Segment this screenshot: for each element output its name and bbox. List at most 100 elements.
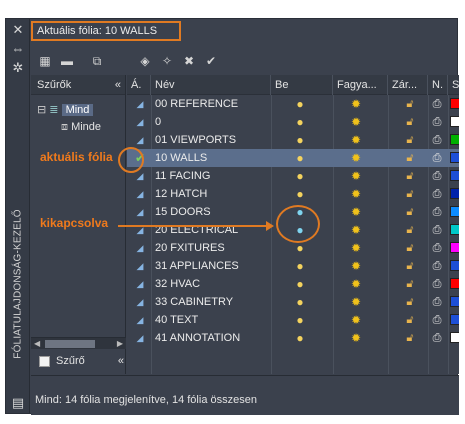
- layer-states-icon[interactable]: ⧉: [88, 53, 106, 69]
- new-layer-icon[interactable]: ◈: [136, 53, 154, 69]
- lightbulb-on-icon[interactable]: ●: [293, 275, 307, 293]
- unlock-icon[interactable]: 🔓︎: [403, 167, 417, 185]
- printer-icon[interactable]: ⎙: [430, 149, 444, 167]
- sun-thaw-icon[interactable]: ✹: [349, 185, 363, 203]
- sun-thaw-icon[interactable]: ✹: [349, 113, 363, 131]
- layer-status-icon[interactable]: ◢: [133, 329, 147, 347]
- printer-icon[interactable]: ⎙: [430, 275, 444, 293]
- column-freeze[interactable]: Fagya...: [333, 75, 388, 95]
- collapse-icon[interactable]: «: [118, 355, 124, 367]
- sun-thaw-icon[interactable]: ✹: [349, 293, 363, 311]
- layer-row[interactable]: ◢ 33 CABINETRY ● ✹ 🔓︎ ⎙: [127, 293, 459, 311]
- printer-icon[interactable]: ⎙: [430, 221, 444, 239]
- lightbulb-on-icon[interactable]: ●: [293, 329, 307, 347]
- layer-name[interactable]: 40 TEXT: [153, 311, 268, 329]
- layer-status-icon[interactable]: ◢: [133, 95, 147, 113]
- printer-icon[interactable]: ⎙: [430, 167, 444, 185]
- unlock-icon[interactable]: 🔓︎: [403, 221, 417, 239]
- layer-name[interactable]: 11 FACING: [153, 167, 268, 185]
- unlock-icon[interactable]: 🔓︎: [403, 95, 417, 113]
- sun-thaw-icon[interactable]: ✹: [349, 329, 363, 347]
- scroll-left-icon[interactable]: ◀: [34, 338, 40, 350]
- layer-name[interactable]: 31 APPLIANCES: [153, 257, 268, 275]
- sun-thaw-icon[interactable]: ✹: [349, 239, 363, 257]
- layer-row[interactable]: ◢ 41 ANNOTATION ● ✹ 🔓︎ ⎙: [127, 329, 459, 347]
- layer-name[interactable]: 10 WALLS: [153, 149, 268, 167]
- column-lock[interactable]: Zár...: [388, 75, 428, 95]
- layer-status-icon[interactable]: ◢: [133, 275, 147, 293]
- tree-expand-icon[interactable]: ⊟: [37, 104, 46, 116]
- column-color[interactable]: Szí: [448, 75, 459, 95]
- color-swatch[interactable]: [450, 116, 459, 127]
- unlock-icon[interactable]: 🔓︎: [403, 113, 417, 131]
- layer-name[interactable]: 20 FXITURES: [153, 239, 268, 257]
- scroll-thumb[interactable]: [45, 340, 95, 348]
- color-swatch[interactable]: [450, 170, 459, 181]
- sun-thaw-icon[interactable]: ✹: [349, 95, 363, 113]
- color-swatch[interactable]: [450, 134, 459, 145]
- layer-row[interactable]: ◢ 01 VIEWPORTS ● ✹ 🔓︎ ⎙: [127, 131, 459, 149]
- layer-status-icon[interactable]: ◢: [133, 239, 147, 257]
- printer-icon[interactable]: ⎙: [430, 239, 444, 257]
- unlock-icon[interactable]: 🔓︎: [403, 239, 417, 257]
- printer-icon[interactable]: ⎙: [430, 131, 444, 149]
- printer-icon[interactable]: ⎙: [430, 329, 444, 347]
- color-swatch[interactable]: [450, 332, 459, 343]
- layer-row[interactable]: ◢ 12 HATCH ● ✹ 🔓︎ ⎙: [127, 185, 459, 203]
- unlock-icon[interactable]: 🔓︎: [403, 275, 417, 293]
- column-status[interactable]: Á.: [127, 75, 151, 95]
- layer-status-icon[interactable]: ◢: [133, 185, 147, 203]
- layer-name[interactable]: 12 HATCH: [153, 185, 268, 203]
- delete-layer-icon[interactable]: ✖: [180, 53, 198, 69]
- printer-icon[interactable]: ⎙: [430, 293, 444, 311]
- filter-tree-item-all[interactable]: ⊟ ≣ Mind: [37, 102, 94, 118]
- layer-row[interactable]: ◢ 0 ● ✹ 🔓︎ ⎙: [127, 113, 459, 131]
- color-swatch[interactable]: [450, 260, 459, 271]
- layer-name[interactable]: 00 REFERENCE: [153, 95, 268, 113]
- lightbulb-on-icon[interactable]: ●: [293, 311, 307, 329]
- lightbulb-on-icon[interactable]: ●: [293, 149, 307, 167]
- set-current-icon[interactable]: ✔: [202, 53, 220, 69]
- new-group-filter-icon[interactable]: ▬: [58, 53, 76, 69]
- printer-icon[interactable]: ⎙: [430, 113, 444, 131]
- printer-icon[interactable]: ⎙: [430, 95, 444, 113]
- unlock-icon[interactable]: 🔓︎: [403, 257, 417, 275]
- layer-row[interactable]: ◢ 31 APPLIANCES ● ✹ 🔓︎ ⎙: [127, 257, 459, 275]
- unlock-icon[interactable]: 🔓︎: [403, 293, 417, 311]
- color-swatch[interactable]: [450, 278, 459, 289]
- color-swatch[interactable]: [450, 188, 459, 199]
- sun-thaw-icon[interactable]: ✹: [349, 149, 363, 167]
- column-plot[interactable]: N.: [428, 75, 448, 95]
- printer-icon[interactable]: ⎙: [430, 311, 444, 329]
- sun-thaw-icon[interactable]: ✹: [349, 275, 363, 293]
- lightbulb-on-icon[interactable]: ●: [293, 293, 307, 311]
- layer-status-icon[interactable]: ◢: [133, 113, 147, 131]
- color-swatch[interactable]: [450, 242, 459, 253]
- layer-name[interactable]: 01 VIEWPORTS: [153, 131, 268, 149]
- lightbulb-on-icon[interactable]: ●: [293, 167, 307, 185]
- close-icon[interactable]: ✕: [10, 22, 26, 38]
- new-layer-frozen-icon[interactable]: ✧: [158, 53, 176, 69]
- lightbulb-on-icon[interactable]: ●: [293, 131, 307, 149]
- layer-name[interactable]: 0: [153, 113, 268, 131]
- layer-status-icon[interactable]: ◢: [133, 311, 147, 329]
- unlock-icon[interactable]: 🔓︎: [403, 131, 417, 149]
- sun-thaw-icon[interactable]: ✹: [349, 257, 363, 275]
- auto-hide-icon[interactable]: ⇔: [10, 41, 26, 57]
- layer-status-icon[interactable]: ◢: [133, 221, 147, 239]
- color-swatch[interactable]: [450, 206, 459, 217]
- layer-status-icon[interactable]: ◢: [133, 203, 147, 221]
- sun-thaw-icon[interactable]: ✹: [349, 131, 363, 149]
- column-name[interactable]: Név: [151, 75, 271, 95]
- color-swatch[interactable]: [450, 224, 459, 235]
- unlock-icon[interactable]: 🔓︎: [403, 203, 417, 221]
- printer-icon[interactable]: ⎙: [430, 185, 444, 203]
- unlock-icon[interactable]: 🔓︎: [403, 311, 417, 329]
- lightbulb-on-icon[interactable]: ●: [293, 257, 307, 275]
- layer-name[interactable]: 33 CABINETRY: [153, 293, 268, 311]
- layer-row[interactable]: ◢ 00 REFERENCE ● ✹ 🔓︎ ⎙: [127, 95, 459, 113]
- layer-name[interactable]: 32 HVAC: [153, 275, 268, 293]
- filters-horizontal-scrollbar[interactable]: ◀ ▶: [31, 337, 126, 349]
- color-swatch[interactable]: [450, 314, 459, 325]
- color-swatch[interactable]: [450, 98, 459, 109]
